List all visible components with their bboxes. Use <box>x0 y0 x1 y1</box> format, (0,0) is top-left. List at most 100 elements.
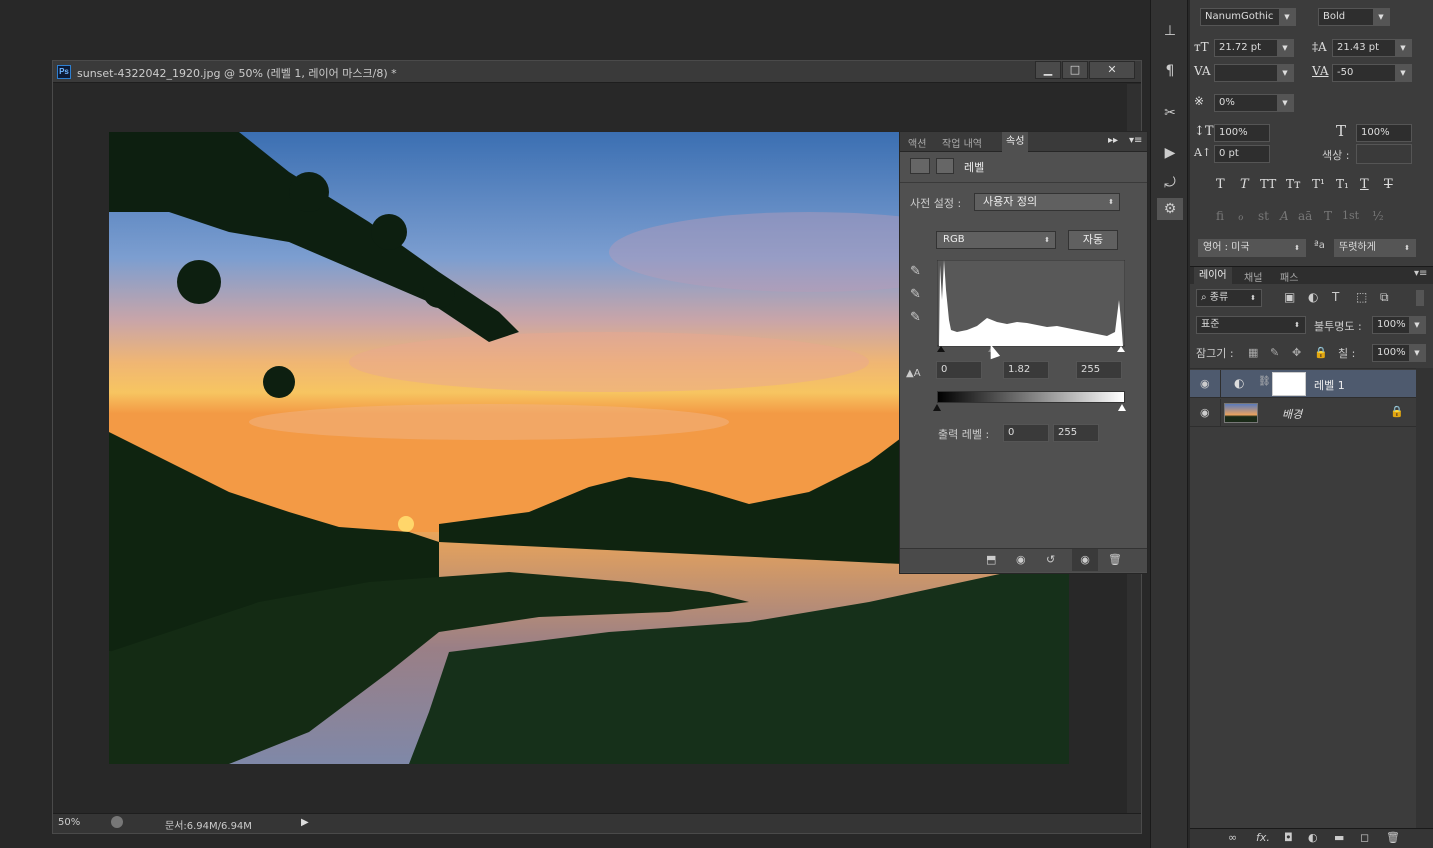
small-caps-icon[interactable]: Tт <box>1286 177 1301 191</box>
layer-thumbnail[interactable] <box>1224 403 1258 423</box>
zoom-level[interactable]: 50% <box>58 817 80 828</box>
lock-pixels-icon[interactable]: ✎ <box>1270 346 1279 359</box>
tab-actions[interactable]: 액션 <box>908 135 926 150</box>
layers-scrollbar[interactable] <box>1416 368 1433 828</box>
status-menu-arrow-icon[interactable]: ▶ <box>301 817 309 828</box>
link-icon[interactable]: ∞ <box>1228 831 1237 844</box>
font-family-select[interactable]: NanumGothic ▼ <box>1200 8 1296 26</box>
subscript-icon[interactable]: T₁ <box>1336 177 1349 191</box>
input-white-field[interactable]: 255 <box>1076 361 1122 379</box>
auto-button[interactable]: 자동 <box>1068 230 1118 250</box>
faux-bold-icon[interactable]: T <box>1216 177 1225 192</box>
fx-icon[interactable]: fx. <box>1256 831 1270 844</box>
document-titlebar[interactable]: Ps sunset-4322042_1920.jpg @ 50% (레벨 1, … <box>53 61 1141 83</box>
layer-name[interactable]: 배경 <box>1282 406 1302 422</box>
align-icon[interactable]: ⊥ <box>1157 20 1183 42</box>
contextual-alternates-icon[interactable]: ℴ <box>1238 209 1244 223</box>
visibility-eye-icon[interactable]: ◉ <box>1200 406 1210 419</box>
opacity-select[interactable]: 100% ▼ <box>1372 316 1426 334</box>
view-previous-icon[interactable]: ◉ <box>1016 553 1026 566</box>
folder-icon[interactable]: ▬ <box>1334 831 1344 844</box>
lock-all-icon[interactable]: 🔒 <box>1314 346 1328 359</box>
levels-icon[interactable] <box>910 158 930 174</box>
gray-eyedropper-icon[interactable]: ✎ <box>910 287 921 302</box>
panel-menu-icon[interactable]: ▾≡ <box>1129 135 1142 146</box>
trash-icon[interactable]: 🗑 <box>1108 553 1122 566</box>
discretionary-ligature-icon[interactable]: st <box>1258 209 1269 223</box>
history-icon[interactable]: ⤾ <box>1157 172 1183 194</box>
properties-icon[interactable]: ⚙ <box>1157 198 1183 220</box>
layer-row-background[interactable]: ◉ 배경 🔒 <box>1190 399 1416 427</box>
filter-shape-icon[interactable]: ⬚ <box>1356 290 1367 304</box>
paragraph-icon[interactable]: ¶ <box>1157 60 1183 82</box>
chain-link-icon[interactable]: ⛓ <box>1258 376 1271 387</box>
filter-toggle[interactable] <box>1416 290 1424 306</box>
stylistic-alternates-icon[interactable]: aā <box>1298 209 1312 223</box>
strikethrough-icon[interactable]: T <box>1384 177 1393 192</box>
filter-smart-object-icon[interactable]: ⧉ <box>1380 290 1389 305</box>
output-white-slider[interactable] <box>1118 404 1126 411</box>
close-button[interactable]: ✕ <box>1089 61 1135 79</box>
filter-type-icon[interactable]: T <box>1332 290 1339 304</box>
mask-icon[interactable]: ◘ <box>1284 831 1293 844</box>
collapse-icon[interactable]: ▸▸ <box>1108 135 1118 146</box>
preset-select[interactable]: 사용자 정의 ⬍ <box>974 193 1120 211</box>
all-caps-icon[interactable]: TT <box>1260 177 1276 191</box>
status-info-icon[interactable] <box>111 816 123 828</box>
output-black-slider[interactable] <box>933 404 941 411</box>
fractions-icon[interactable]: ½ <box>1372 209 1384 223</box>
blend-mode-select[interactable]: 표준 ⬍ <box>1196 316 1306 334</box>
faux-italic-icon[interactable]: T <box>1240 177 1249 192</box>
filter-adjustment-icon[interactable]: ◐ <box>1308 290 1318 304</box>
tab-channels[interactable]: 채널 <box>1244 269 1262 284</box>
baseline-shift-field[interactable]: 0 pt <box>1214 145 1270 163</box>
tracking-select[interactable]: -50 ▼ <box>1332 64 1412 82</box>
mask-icon[interactable] <box>936 158 954 174</box>
vertical-scale-field[interactable]: 100% <box>1214 124 1270 142</box>
tsume-select[interactable]: 0% ▼ <box>1214 94 1294 112</box>
antialias-select[interactable]: 뚜렷하게 ⬍ <box>1334 239 1416 257</box>
swash-icon[interactable]: A <box>1280 209 1289 223</box>
ordinals-icon[interactable]: 1st <box>1342 209 1359 222</box>
reset-icon[interactable]: ↺ <box>1046 553 1055 566</box>
panel-menu-icon[interactable]: ▾≡ <box>1414 268 1427 279</box>
adjustment-icon[interactable]: ◐ <box>1308 831 1318 844</box>
font-size-select[interactable]: 21.72 pt ▼ <box>1214 39 1294 57</box>
maximize-button[interactable]: □ <box>1062 61 1088 79</box>
color-swatch[interactable] <box>1356 144 1412 164</box>
fill-select[interactable]: 100% ▼ <box>1372 344 1426 362</box>
lock-transparency-icon[interactable]: ▦ <box>1248 346 1258 359</box>
output-white-field[interactable]: 255 <box>1053 424 1099 442</box>
superscript-icon[interactable]: T¹ <box>1312 177 1325 191</box>
black-eyedropper-icon[interactable]: ✎ <box>910 264 921 279</box>
layer-name[interactable]: 레벨 1 <box>1314 377 1345 393</box>
lock-position-icon[interactable]: ✥ <box>1292 346 1301 359</box>
layer-row-levels[interactable]: ◉ ◐ ⛓ 레벨 1 <box>1190 370 1416 398</box>
ligature-icon[interactable]: fi <box>1216 209 1224 223</box>
filter-pixel-icon[interactable]: ▣ <box>1284 290 1295 304</box>
clip-warning-icon[interactable]: ▲A <box>906 368 921 379</box>
trash-icon[interactable]: 🗑 <box>1386 831 1400 844</box>
tab-paths[interactable]: 패스 <box>1280 269 1298 284</box>
layer-mask-thumbnail[interactable] <box>1272 372 1306 396</box>
input-black-field[interactable]: 0 <box>936 361 982 379</box>
white-eyedropper-icon[interactable]: ✎ <box>910 310 921 325</box>
visibility-eye-icon[interactable]: ◉ <box>1200 377 1210 390</box>
font-style-select[interactable]: Bold ▼ <box>1318 8 1390 26</box>
input-gamma-field[interactable]: 1.82 <box>1003 361 1049 379</box>
tab-history[interactable]: 작업 내역 <box>942 135 982 150</box>
tools-icon[interactable]: ✂ <box>1157 102 1183 124</box>
language-select[interactable]: 영어 : 미국 ⬍ <box>1198 239 1306 257</box>
horizontal-scale-field[interactable]: 100% <box>1356 124 1412 142</box>
leading-select[interactable]: 21.43 pt ▼ <box>1332 39 1412 57</box>
output-black-field[interactable]: 0 <box>1003 424 1049 442</box>
play-icon[interactable]: ▶ <box>1157 142 1183 164</box>
tab-layers[interactable]: 레이어 <box>1194 267 1232 285</box>
kerning-select[interactable]: ▼ <box>1214 64 1294 82</box>
titling-icon[interactable]: T <box>1324 209 1332 223</box>
channel-select[interactable]: RGB ⬍ <box>936 231 1056 249</box>
visibility-icon[interactable]: ◉ <box>1072 549 1098 571</box>
tab-properties[interactable]: 속성 <box>1002 132 1029 152</box>
layer-filter-select[interactable]: ⌕ 종류 ⬍ <box>1196 289 1262 307</box>
underline-icon[interactable]: T <box>1360 177 1369 192</box>
